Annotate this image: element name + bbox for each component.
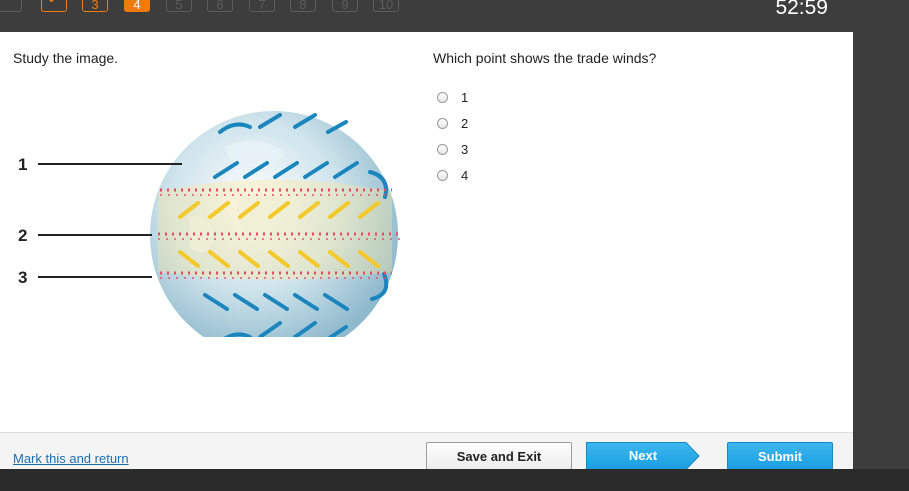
- question-nav-1[interactable]: [0, 0, 22, 12]
- answer-options: 1 2 3 4: [437, 84, 468, 188]
- figure-label-2: 2: [18, 226, 27, 245]
- question-nav-10[interactable]: 10: [373, 0, 399, 12]
- question-nav-8[interactable]: 8: [290, 0, 316, 12]
- question-nav-7[interactable]: 7: [249, 0, 275, 12]
- figure-label-3: 3: [18, 268, 27, 287]
- right-margin: [853, 32, 909, 469]
- option-2[interactable]: 2: [437, 110, 468, 136]
- radio-button[interactable]: [437, 169, 448, 181]
- question-panel: Study the image. Which point shows the t…: [0, 32, 853, 470]
- radio-button[interactable]: [437, 91, 448, 103]
- top-bar: ↶ 3 4 5 6 7 8 9 10 52:59: [0, 0, 909, 32]
- left-prompt: Study the image.: [13, 50, 119, 66]
- question-nav-3[interactable]: 3: [82, 0, 108, 12]
- question-nav-4[interactable]: 4: [124, 0, 150, 12]
- question-nav-9[interactable]: 9: [332, 0, 358, 12]
- question-text: Which point shows the trade winds?: [433, 50, 657, 66]
- radio-button[interactable]: [437, 143, 448, 155]
- option-label: 1: [461, 89, 469, 105]
- question-nav-5[interactable]: 5: [166, 0, 192, 12]
- timer: 52:59: [775, 0, 828, 19]
- option-label: 3: [461, 141, 469, 157]
- bottom-bar: [0, 469, 909, 491]
- radio-button[interactable]: [437, 117, 448, 129]
- option-3[interactable]: 3: [437, 136, 468, 162]
- submit-button[interactable]: Submit: [727, 442, 833, 470]
- question-nav-back[interactable]: ↶: [41, 0, 67, 12]
- option-4[interactable]: 4: [437, 162, 468, 188]
- option-label: 2: [461, 115, 469, 131]
- question-nav-6[interactable]: 6: [207, 0, 233, 12]
- next-label: Next: [628, 448, 658, 463]
- option-label: 4: [461, 167, 469, 183]
- mark-and-return-link[interactable]: Mark this and return: [13, 451, 129, 466]
- option-1[interactable]: 1: [437, 84, 468, 110]
- global-winds-diagram: 1 2 3 4: [10, 77, 410, 359]
- figure-label-1: 1: [18, 155, 27, 174]
- globe-wind-illustration: 1 2 3 4: [18, 111, 400, 359]
- next-button[interactable]: Next: [586, 442, 700, 470]
- back-arrow-icon: ↶: [48, 0, 60, 8]
- save-and-exit-button[interactable]: Save and Exit: [426, 442, 572, 470]
- footer-bar: Mark this and return Save and Exit Next …: [0, 432, 853, 470]
